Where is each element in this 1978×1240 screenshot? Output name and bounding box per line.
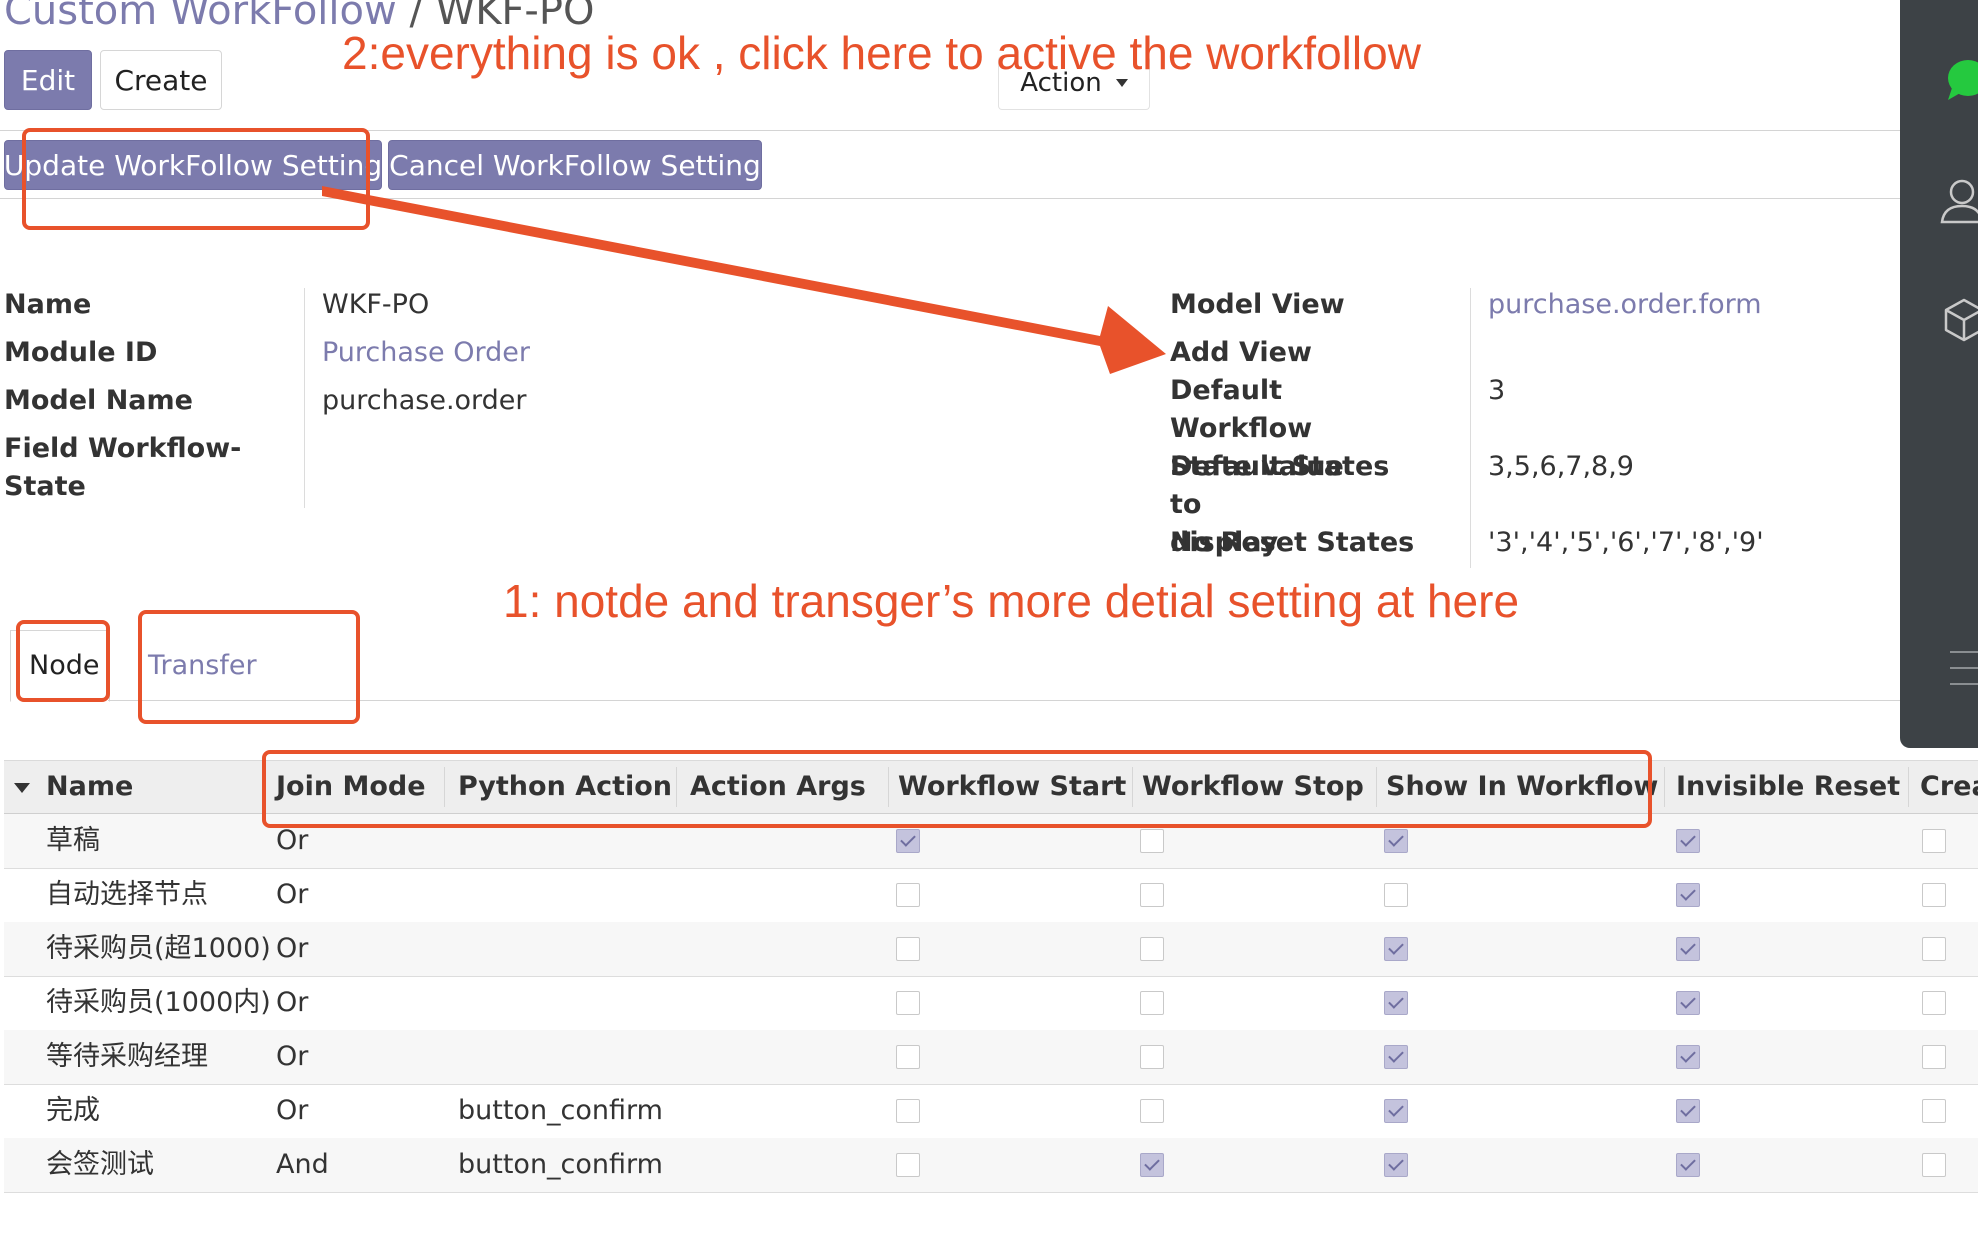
annotation-arrow: [322, 186, 1166, 374]
